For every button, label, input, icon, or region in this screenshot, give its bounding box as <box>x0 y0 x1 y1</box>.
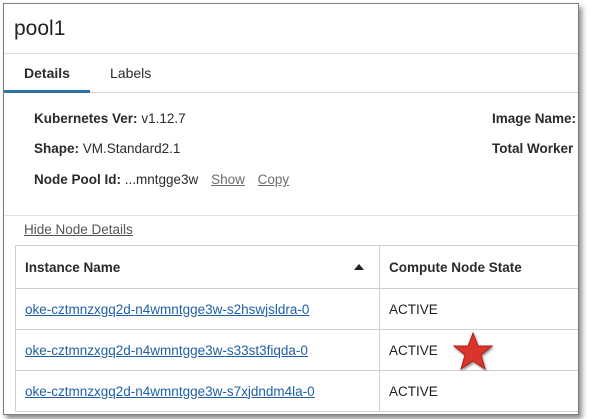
instance-name-cell: oke-cztmnzxgq2d-n4wmntgge3w-s33st3fiqda-… <box>15 329 380 371</box>
table-header-row: Instance Name Compute Node State <box>15 245 578 289</box>
column-header-compute-node-state[interactable]: Compute Node State <box>379 245 578 289</box>
section-divider <box>4 215 578 216</box>
sort-ascending-icon[interactable] <box>354 263 364 270</box>
star-icon <box>452 331 494 371</box>
tab-details-label: Details <box>24 65 70 81</box>
copy-link[interactable]: Copy <box>258 172 290 187</box>
tab-bar: Details Labels <box>4 54 578 93</box>
instance-name-cell: oke-cztmnzxgq2d-n4wmntgge3w-s2hswjsldra-… <box>15 288 380 330</box>
node-table: Instance Name Compute Node State oke-czt… <box>15 245 578 412</box>
column-header-instance-name[interactable]: Instance Name <box>15 245 380 289</box>
tab-labels[interactable]: Labels <box>110 54 151 92</box>
shape-label: Shape: <box>34 141 80 156</box>
node-pool-id-value: ...mntgge3w <box>124 172 199 187</box>
tab-details[interactable]: Details <box>4 54 90 93</box>
table-row: oke-cztmnzxgq2d-n4wmntgge3w-s2hswjsldra-… <box>15 288 578 330</box>
kubernetes-version-row: Kubernetes Ver: v1.12.7 <box>34 111 186 126</box>
hide-node-details-link[interactable]: Hide Node Details <box>24 222 133 237</box>
instance-link[interactable]: oke-cztmnzxgq2d-n4wmntgge3w-s33st3fiqda-… <box>25 343 308 358</box>
active-tab-indicator <box>4 90 90 93</box>
instance-link[interactable]: oke-cztmnzxgq2d-n4wmntgge3w-s2hswjsldra-… <box>25 302 309 317</box>
tab-labels-label: Labels <box>110 65 152 81</box>
node-state-cell: ACTIVE <box>379 288 578 330</box>
kubernetes-version-label: Kubernetes Ver: <box>34 111 138 126</box>
instance-name-cell: oke-cztmnzxgq2d-n4wmntgge3w-s7xjdndm4la-… <box>15 370 380 412</box>
column-header-compute-node-state-label: Compute Node State <box>389 259 522 275</box>
table-row: oke-cztmnzxgq2d-n4wmntgge3w-s33st3fiqda-… <box>15 329 578 371</box>
shape-value: VM.Standard2.1 <box>82 141 181 156</box>
shape-row: Shape: VM.Standard2.1 <box>34 141 180 156</box>
kubernetes-version-value: v1.12.7 <box>141 111 186 126</box>
image-name-label: Image Name: <box>492 111 577 126</box>
node-state-cell: ACTIVE <box>379 370 578 412</box>
node-pool-id-row: Node Pool Id: ...mntgge3w Show Copy <box>34 172 289 187</box>
node-pool-panel: pool1 Details Labels Kubernetes Ver: v1.… <box>3 3 579 415</box>
title-bar: pool1 <box>4 4 578 54</box>
total-worker-label: Total Worker <box>492 141 574 156</box>
table-row: oke-cztmnzxgq2d-n4wmntgge3w-s7xjdndm4la-… <box>15 370 578 412</box>
column-header-instance-name-label: Instance Name <box>25 259 121 275</box>
total-worker-row: Total Worker <box>492 141 573 156</box>
image-name-row: Image Name: <box>492 111 576 126</box>
page-title: pool1 <box>14 17 66 40</box>
show-link[interactable]: Show <box>211 172 245 187</box>
node-pool-id-label: Node Pool Id: <box>34 172 121 187</box>
instance-link[interactable]: oke-cztmnzxgq2d-n4wmntgge3w-s7xjdndm4la-… <box>25 384 315 399</box>
